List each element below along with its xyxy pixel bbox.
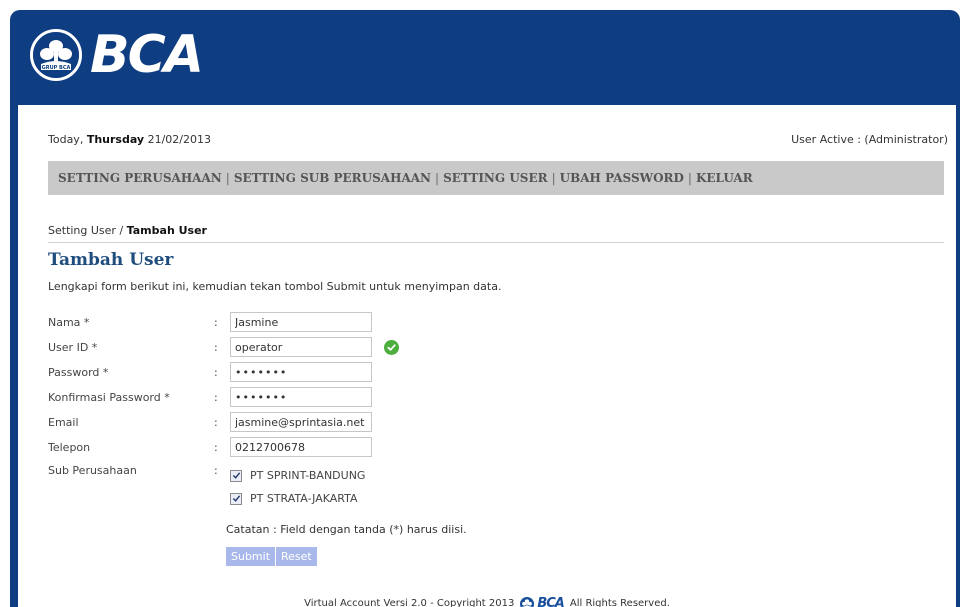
nav-separator: | bbox=[687, 171, 692, 185]
required-note: Catatan : Field dengan tanda (*) harus d… bbox=[226, 523, 467, 536]
footer-copyright: Virtual Account Versi 2.0 - Copyright 20… bbox=[304, 598, 515, 607]
bca-logo[interactable]: GRUP BCA BCA bbox=[30, 25, 204, 85]
colon: : bbox=[214, 463, 218, 477]
checkbox-pt-sprint-bandung[interactable]: PT SPRINT-BANDUNG bbox=[230, 469, 365, 482]
breadcrumb-separator: / bbox=[115, 224, 127, 237]
user-active-label: User Active : (Administrator) bbox=[791, 133, 948, 146]
submit-button[interactable]: Submit bbox=[226, 547, 276, 566]
password-label: Password * bbox=[48, 365, 109, 379]
password-input[interactable] bbox=[230, 362, 372, 382]
today-prefix: Today, bbox=[48, 133, 87, 146]
nav-setting-sub-perusahaan[interactable]: SETTING SUB PERUSAHAAN bbox=[234, 171, 431, 185]
footer-rights: All Rights Reserved. bbox=[569, 598, 670, 607]
telepon-input[interactable] bbox=[230, 437, 372, 457]
main-content: Today, Thursday 21/02/2013 User Active :… bbox=[18, 105, 956, 607]
top-info-bar: Today, Thursday 21/02/2013 User Active :… bbox=[48, 133, 948, 146]
user-id-label: User ID * bbox=[48, 340, 98, 354]
checkbox-label: PT STRATA-JAKARTA bbox=[250, 492, 358, 505]
footer: Virtual Account Versi 2.0 - Copyright 20… bbox=[18, 596, 956, 607]
konfirmasi-password-input[interactable] bbox=[230, 387, 372, 407]
main-nav: SETTING PERUSAHAAN | SETTING SUB PERUSAH… bbox=[48, 161, 944, 195]
form-row-konfirmasi-password: Konfirmasi Password * : bbox=[48, 386, 372, 408]
today-date-value: 21/02/2013 bbox=[144, 133, 211, 146]
form-row-sub-perusahaan: Sub Perusahaan : bbox=[48, 459, 230, 481]
user-id-input[interactable] bbox=[230, 337, 372, 357]
checkbox-checked-icon[interactable] bbox=[230, 492, 242, 505]
colon: : bbox=[214, 415, 218, 429]
nav-separator: | bbox=[551, 171, 556, 185]
footer-bca-logo: BCA bbox=[520, 596, 565, 607]
nav-separator: | bbox=[435, 171, 440, 185]
form-instructions: Lengkapi form berikut ini, kemudian teka… bbox=[48, 280, 502, 293]
checkbox-pt-strata-jakarta[interactable]: PT STRATA-JAKARTA bbox=[230, 492, 358, 505]
telepon-label: Telepon bbox=[48, 440, 91, 454]
nav-ubah-password[interactable]: UBAH PASSWORD bbox=[560, 171, 684, 185]
today-day: Thursday bbox=[86, 133, 145, 146]
form-row-user-id: User ID * : bbox=[48, 336, 399, 358]
nama-label: Nama * bbox=[48, 315, 90, 329]
checkbox-label: PT SPRINT-BANDUNG bbox=[250, 469, 366, 482]
nav-setting-perusahaan[interactable]: SETTING PERUSAHAAN bbox=[58, 171, 222, 185]
footer-brand-name: BCA bbox=[537, 596, 564, 607]
brand-name: BCA bbox=[90, 25, 204, 85]
nav-setting-user[interactable]: SETTING USER bbox=[443, 171, 548, 185]
header: GRUP BCA BCA bbox=[10, 10, 960, 105]
checkbox-checked-icon[interactable] bbox=[230, 469, 242, 482]
bca-emblem-icon: GRUP BCA bbox=[30, 29, 82, 81]
nav-separator: | bbox=[225, 171, 230, 185]
app-frame: GRUP BCA BCA Today, Thursday 21/02/2013 … bbox=[10, 10, 960, 607]
sub-perusahaan-label: Sub Perusahaan bbox=[48, 463, 137, 477]
form-row-password: Password * : bbox=[48, 361, 372, 383]
page-title: Tambah User bbox=[48, 250, 174, 270]
email-label: Email bbox=[48, 415, 79, 429]
breadcrumb-parent[interactable]: Setting User bbox=[48, 224, 116, 237]
breadcrumb: Setting User / Tambah User bbox=[48, 224, 207, 237]
email-input[interactable] bbox=[230, 412, 372, 432]
colon: : bbox=[214, 440, 218, 454]
form-row-email: Email : bbox=[48, 411, 372, 433]
nama-input[interactable] bbox=[230, 312, 372, 332]
check-circle-icon bbox=[384, 339, 399, 355]
colon: : bbox=[214, 340, 218, 354]
nav-keluar[interactable]: KELUAR bbox=[696, 171, 753, 185]
konfirmasi-password-label: Konfirmasi Password * bbox=[48, 390, 170, 404]
colon: : bbox=[214, 365, 218, 379]
today-date: Today, Thursday 21/02/2013 bbox=[48, 133, 211, 146]
colon: : bbox=[214, 315, 218, 329]
form-row-telepon: Telepon : bbox=[48, 436, 372, 458]
emblem-caption: GRUP BCA bbox=[42, 65, 71, 71]
breadcrumb-current: Tambah User bbox=[126, 224, 207, 237]
divider bbox=[48, 242, 944, 243]
bca-emblem-icon bbox=[520, 596, 535, 607]
colon: : bbox=[214, 390, 218, 404]
reset-button[interactable]: Reset bbox=[276, 547, 317, 566]
form-row-nama: Nama * : bbox=[48, 311, 372, 333]
